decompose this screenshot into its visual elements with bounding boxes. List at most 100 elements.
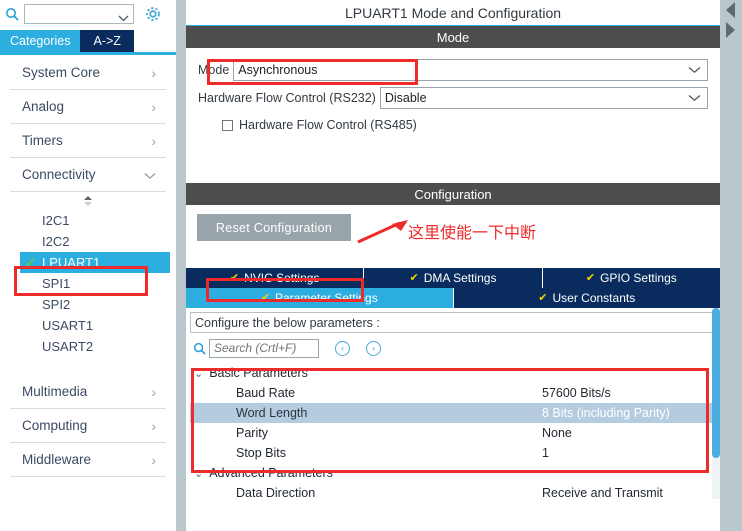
connectivity-peripheral-list: I2C1 I2C2 ✓ LPUART1 SPI1 SPI2 USART1 USA…	[0, 210, 176, 357]
param-value[interactable]: 8 Bits (including Parity)	[538, 403, 716, 423]
parameter-search-toolbar: ‹ ›	[190, 333, 716, 363]
sidebar-item-label: Analog	[22, 99, 65, 114]
list-item-spi2[interactable]: SPI2	[0, 294, 176, 315]
gear-icon[interactable]	[142, 3, 164, 25]
chevron-down-icon[interactable]	[688, 91, 701, 105]
mode-label: Mode	[198, 63, 230, 77]
table-row[interactable]: Stop Bits 1	[190, 443, 716, 463]
hw-flow-rs232-value: Disable	[384, 91, 427, 105]
param-key: Stop Bits	[236, 446, 287, 460]
chevron-down-icon	[144, 168, 156, 182]
table-group-advanced-parameters[interactable]: ⌄ Advanced Parameters	[190, 463, 716, 483]
list-item-lpuart1[interactable]: ✓ LPUART1	[20, 252, 170, 273]
list-item-spi1[interactable]: SPI1	[0, 273, 176, 294]
parameters-area: Configure the below parameters : ‹ › ⌄B	[186, 308, 720, 500]
table-row[interactable]: Data Direction Receive and Transmit	[190, 483, 716, 503]
param-value[interactable]: None	[538, 423, 716, 443]
list-item-usart2[interactable]: USART2	[0, 336, 176, 357]
tab-parameter-settings[interactable]: ✔ Parameter Settings	[186, 288, 454, 308]
param-key: Data Direction	[236, 486, 316, 500]
sidebar-item-label: System Core	[22, 65, 101, 80]
parameters-table: ⌄ Basic Parameters Baud Rate 57600 Bits/s…	[190, 363, 716, 503]
sidebar-item-computing[interactable]: Computing ›	[10, 409, 166, 443]
panel-collapse-arrows	[722, 2, 738, 50]
tabs-underline	[0, 52, 176, 55]
chevron-down-icon[interactable]	[118, 9, 129, 27]
arrow-left-icon[interactable]	[725, 2, 735, 18]
param-value[interactable]: Receive and Transmit	[538, 483, 716, 503]
sidebar-item-label: Connectivity	[22, 167, 96, 182]
tab-label: User Constants	[552, 291, 636, 305]
chevron-right-icon: ›	[151, 383, 156, 400]
table-row[interactable]: Parity None	[190, 423, 716, 443]
tab-nvic-settings[interactable]: ✔ NVIC Settings	[186, 268, 365, 288]
sidebar-item-middleware[interactable]: Middleware ›	[10, 443, 166, 477]
param-value[interactable]: 1	[538, 443, 716, 463]
mode-select-value: Asynchronous	[238, 63, 318, 77]
tab-label: GPIO Settings	[600, 271, 677, 285]
chevron-down-icon[interactable]: ⌄	[194, 468, 203, 480]
sidebar-item-analog[interactable]: Analog ›	[10, 90, 166, 124]
search-icon	[0, 0, 24, 28]
check-circle-icon: ✔	[229, 271, 240, 284]
tab-user-constants[interactable]: ✔ User Constants	[453, 288, 720, 308]
tab-a-to-z[interactable]: A->Z	[80, 30, 134, 52]
sidebar-item-label: Timers	[22, 133, 63, 148]
sidebar-item-label: Multimedia	[22, 384, 88, 399]
tab-gpio-settings[interactable]: ✔ GPIO Settings	[542, 268, 720, 288]
table-row[interactable]: Word Length 8 Bits (including Parity)	[190, 403, 716, 423]
table-group-basic-parameters[interactable]: ⌄ Basic Parameters	[190, 363, 716, 383]
parameter-search-input[interactable]	[209, 338, 319, 358]
param-key: Parity	[236, 426, 268, 440]
left-panel: Categories A->Z System Core › Analog › T…	[0, 0, 176, 531]
panel-divider	[176, 0, 186, 531]
chevron-down-icon[interactable]: ⌄	[194, 368, 203, 380]
sidebar-item-timers[interactable]: Timers ›	[10, 124, 166, 158]
param-value[interactable]: 57600 Bits/s	[538, 383, 716, 403]
configuration-toolbar: Reset Configuration 这里使能一下中断	[186, 205, 720, 268]
list-item-i2c2[interactable]: I2C2	[0, 231, 176, 252]
list-item-i2c1[interactable]: I2C1	[0, 210, 176, 231]
hw-flow-rs485-row[interactable]: Hardware Flow Control (RS485)	[198, 114, 708, 136]
search-combobox[interactable]	[24, 4, 134, 24]
chevron-right-icon: ›	[151, 98, 156, 115]
parameters-scrollbar-thumb[interactable]	[712, 308, 720, 458]
configuration-tabs-row1: ✔ NVIC Settings ✔ DMA Settings ✔ GPIO Se…	[186, 268, 720, 288]
reset-configuration-button[interactable]: Reset Configuration	[197, 214, 351, 241]
tab-dma-settings[interactable]: ✔ DMA Settings	[364, 268, 543, 288]
sidebar-item-system-core[interactable]: System Core ›	[10, 56, 166, 90]
mode-field-row: Mode Asynchronous	[198, 58, 708, 82]
tab-categories[interactable]: Categories	[0, 30, 81, 52]
sidebar-item-multimedia[interactable]: Multimedia ›	[10, 375, 166, 409]
configuration-tabs-row2: ✔ Parameter Settings ✔ User Constants	[186, 288, 720, 308]
mode-section-body: Mode Asynchronous Hardware Flow Control …	[186, 48, 720, 144]
hw-flow-rs485-checkbox[interactable]	[222, 119, 233, 131]
list-item-label: I2C2	[42, 234, 70, 249]
panel-splitter-handle[interactable]	[0, 192, 176, 210]
search-toolbar	[0, 0, 176, 28]
arrow-right-icon[interactable]	[725, 22, 735, 38]
tab-label: Parameter Settings	[275, 291, 378, 305]
chevron-down-icon[interactable]	[688, 63, 701, 77]
sidebar-item-label: Middleware	[22, 452, 92, 467]
parameters-scrollbar-track[interactable]	[712, 308, 720, 499]
table-row[interactable]: Baud Rate 57600 Bits/s	[190, 383, 716, 403]
check-icon: ✓	[25, 254, 36, 270]
hw-flow-rs232-label: Hardware Flow Control (RS232)	[198, 91, 376, 105]
hw-flow-rs232-select[interactable]: Disable	[379, 87, 708, 109]
list-item-usart1[interactable]: USART1	[0, 315, 176, 336]
list-item-label: LPUART1	[42, 255, 101, 270]
annotation-text: 这里使能一下中断	[408, 223, 537, 242]
nav-next-button[interactable]: ›	[366, 340, 381, 356]
param-key: Word Length	[190, 403, 538, 423]
check-circle-icon: ✔	[409, 271, 419, 284]
tab-label: DMA Settings	[423, 271, 497, 285]
hw-flow-rs485-label: Hardware Flow Control (RS485)	[239, 118, 417, 132]
category-list: System Core › Analog › Timers › Connecti…	[0, 56, 176, 531]
nav-previous-button[interactable]: ‹	[335, 340, 350, 356]
search-input[interactable]	[25, 5, 113, 23]
chevron-right-icon: ›	[151, 64, 156, 81]
mode-select[interactable]: Asynchronous	[233, 59, 708, 81]
sidebar-item-connectivity[interactable]: Connectivity	[10, 158, 166, 192]
